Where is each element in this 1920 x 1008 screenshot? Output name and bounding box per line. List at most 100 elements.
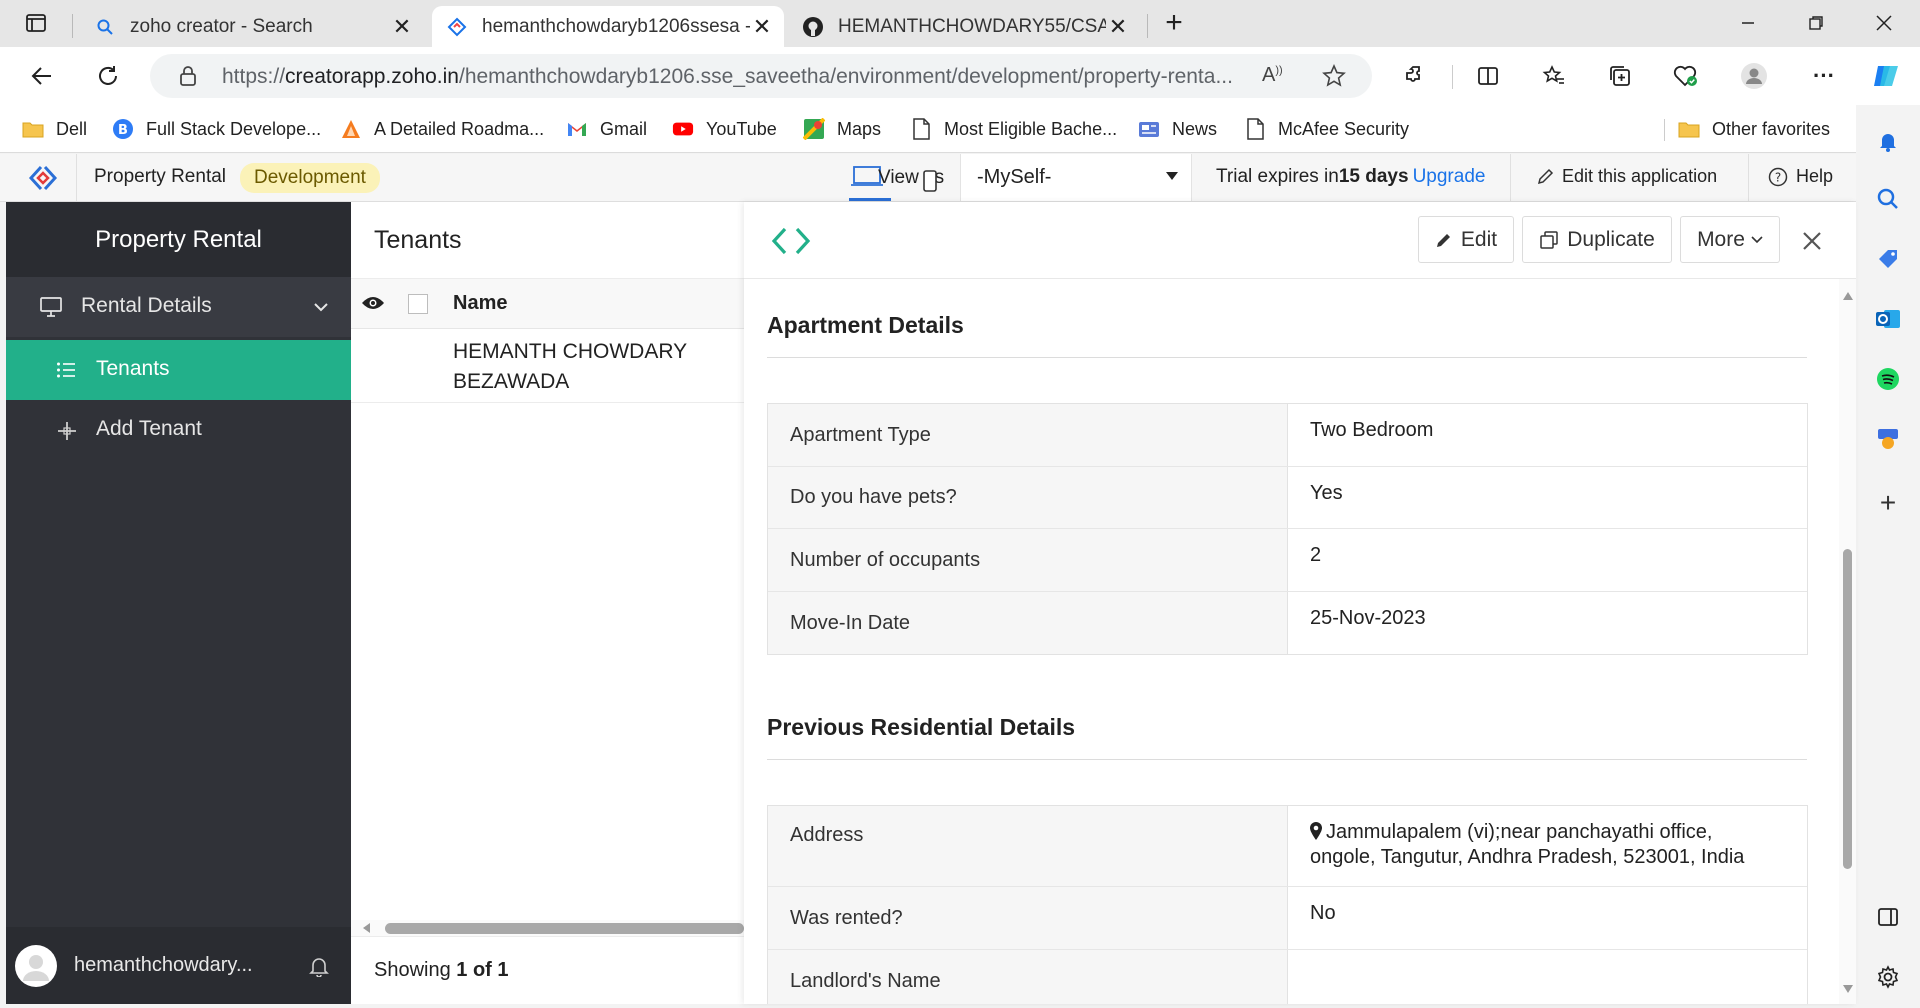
bookmark-youtube[interactable]: YouTube [672,115,777,143]
search-icon[interactable] [1872,183,1904,215]
tab-actions-icon[interactable] [16,8,56,38]
bookmark-label: Dell [56,118,88,139]
minimize-button[interactable] [1728,8,1768,38]
collections-icon[interactable] [1600,57,1640,95]
sidebar-user-bar[interactable]: hemanthchowdary... [6,927,351,1004]
view-as-value: -MySelf- [977,166,1052,188]
address-bar[interactable]: https://creatorapp.zoho.in/hemanthchowda… [150,54,1372,98]
refresh-button[interactable] [88,57,128,95]
field-label: Move-In Date [768,592,1288,654]
spotify-icon[interactable] [1872,363,1904,395]
view-as-toggle[interactable]: View as [850,164,944,192]
bookmark-maps[interactable]: Maps [803,115,881,143]
lock-icon[interactable] [178,65,198,87]
field-value: Two Bedroom [1310,419,1434,441]
monitor-icon [40,296,62,318]
scroll-down-icon[interactable] [1843,985,1853,993]
bookmark-mcafee[interactable]: McAfee Security [1244,115,1409,143]
edit-application-link[interactable]: Edit this application [1536,166,1717,187]
close-icon[interactable]: ✕ [1106,14,1130,39]
field-row: Landlord's Name [768,950,1807,1004]
browser-tab-strip: zoho creator - Search ✕ hemanthchowdaryb… [0,0,1920,47]
horizontal-scroll-thumb[interactable] [385,923,744,934]
close-icon[interactable]: ✕ [390,14,414,39]
bell-icon[interactable] [308,955,330,977]
maps-icon [803,118,825,140]
app-sidebar: Property Rental Rental Details Tenants A… [6,202,351,1004]
zoho-creator-logo-icon[interactable] [28,165,58,191]
more-menu-icon[interactable]: ··· [1804,57,1844,95]
shopping-tag-icon[interactable] [1872,243,1904,275]
bookmark-most-eligible[interactable]: Most Eligible Bache... [910,115,1117,143]
hide-sidebar-icon[interactable] [1872,901,1904,933]
bookmark-label: A Detailed Roadma... [374,118,545,139]
select-all-checkbox[interactable] [408,294,428,314]
add-sidebar-app-icon[interactable]: + [1872,487,1904,519]
extensions-icon[interactable] [1396,57,1436,95]
bookmark-news[interactable]: News [1138,115,1217,143]
tab-zoho-creator[interactable]: hemanthchowdaryb1206ssesa - P ✕ [432,6,784,47]
settings-gear-icon[interactable] [1872,961,1904,993]
profile-avatar-icon[interactable] [1734,57,1774,95]
edit-button[interactable]: Edit [1418,216,1514,263]
vertical-scroll-thumb[interactable] [1843,549,1852,869]
b-logo-icon: B [112,118,134,140]
svg-text:B: B [118,123,128,138]
close-icon[interactable]: ✕ [750,14,774,39]
outlook-icon[interactable] [1872,303,1904,335]
previous-residence-fields-table: Address Jammulapalem (vi);near panchayat… [767,805,1808,1004]
field-value: 2 [1310,544,1322,566]
bookmark-label: Other favorites [1712,118,1831,139]
split-screen-icon[interactable] [1468,57,1508,95]
vertical-scrollbar[interactable] [1839,279,1856,1004]
tab-github[interactable]: HEMANTHCHOWDARY55/CSA15 ✕ [792,6,1140,47]
view-as-select[interactable]: -MySelf- [960,154,1192,201]
favorites-icon[interactable] [1534,57,1574,95]
back-button[interactable] [22,57,62,95]
bookmark-label: Full Stack Develope... [146,118,322,139]
field-row: Address Jammulapalem (vi);near panchayat… [768,806,1807,887]
horizontal-scrollbar[interactable] [351,920,744,936]
search-icon [94,16,116,38]
sidebar-group-rental-details[interactable]: Rental Details [6,277,351,337]
sidebar-item-add-tenant[interactable]: Add Tenant [6,400,351,460]
avatar[interactable] [14,944,58,988]
bookmark-label: McAfee Security [1278,118,1410,139]
help-link[interactable]: ? Help [1768,166,1833,187]
page-icon [1244,118,1266,140]
bookmark-full-stack[interactable]: B Full Stack Develope... [112,115,321,143]
games-icon[interactable] [1872,423,1904,455]
list-icon [56,360,76,380]
bookmarks-bar: Dell B Full Stack Develope... A Detailed… [0,105,1920,153]
table-row[interactable]: HEMANTH CHOWDARY BEZAWADA [351,329,744,403]
duplicate-button[interactable]: Duplicate [1522,216,1672,263]
eye-icon[interactable] [361,294,385,312]
detail-toolbar: Edit Duplicate More [744,202,1856,279]
scroll-up-icon[interactable] [1843,292,1853,300]
bookmark-roadmap[interactable]: A Detailed Roadma... [340,115,544,143]
copilot-icon[interactable] [1866,57,1906,95]
field-row: Apartment Type Two Bedroom [768,404,1807,467]
restore-button[interactable] [1796,8,1836,38]
environment-badge: Development [240,163,380,193]
new-tab-button[interactable]: + [1154,6,1194,39]
sidebar-group-label: Rental Details [81,294,212,317]
url-text[interactable]: https://creatorapp.zoho.in/hemanthchowda… [222,65,1242,89]
bookmark-other-favorites[interactable]: Other favorites [1678,115,1830,143]
scroll-left-icon[interactable] [363,923,371,933]
column-header-name[interactable]: Name [453,292,507,315]
browser-essentials-icon[interactable] [1666,57,1706,95]
notification-bell-icon[interactable] [1872,125,1904,157]
chevron-down-icon [314,302,328,312]
bookmark-gmail[interactable]: Gmail [566,115,647,143]
tab-search[interactable]: zoho creator - Search ✕ [84,6,424,47]
bookmark-dell[interactable]: Dell [22,115,87,143]
more-button[interactable]: More [1680,216,1780,263]
read-aloud-icon[interactable]: A)) [1262,64,1283,87]
close-icon[interactable] [1802,231,1822,251]
upgrade-link[interactable]: Upgrade [1413,166,1486,188]
code-icon[interactable] [771,226,811,256]
sidebar-item-tenants[interactable]: Tenants [6,340,351,400]
favorite-star-icon[interactable] [1322,64,1346,88]
close-window-button[interactable] [1864,8,1904,38]
